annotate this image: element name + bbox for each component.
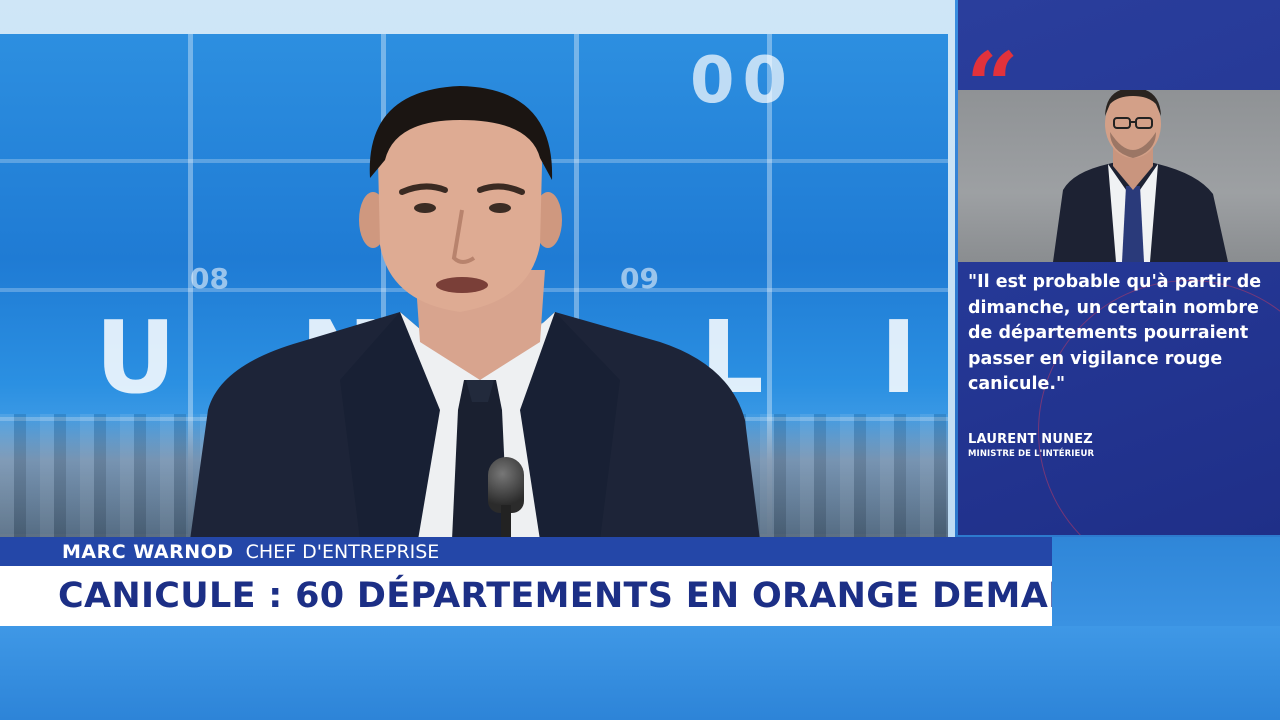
guest-nameplate: MARC WARNOD CHEF D'ENTREPRISE — [0, 537, 1052, 566]
wall-letter: I — [880, 299, 918, 416]
news-broadcast-frame: 00 08 09 U N C L I — [0, 0, 1280, 720]
headline-bar: CANICULE : 60 DÉPARTEMENTS EN ORANGE DEM… — [0, 566, 1091, 626]
guest-title: CHEF D'ENTREPRISE — [245, 540, 440, 563]
quote-speaker-role: MINISTRE DE L'INTÉRIEUR — [968, 449, 1095, 459]
lower-third-right-band — [1052, 537, 1280, 626]
headline-text: CANICULE : 60 DÉPARTEMENTS EN ORANGE DEM… — [58, 576, 1091, 616]
microphone-stand — [501, 505, 511, 537]
quote-text: "Il est probable qu'à partir de dimanche… — [968, 272, 1262, 394]
wall-letter: U — [95, 299, 177, 416]
guest-name: MARC WARNOD — [62, 540, 234, 563]
studio-video: 00 08 09 U N C L I — [0, 0, 955, 537]
guest-person — [190, 86, 760, 537]
speaker-portrait — [958, 90, 1280, 262]
quote-speaker-name: LAURENT NUNEZ — [968, 432, 1093, 447]
bottom-band — [0, 626, 1280, 720]
speaker-portrait-illustration — [1053, 90, 1228, 262]
